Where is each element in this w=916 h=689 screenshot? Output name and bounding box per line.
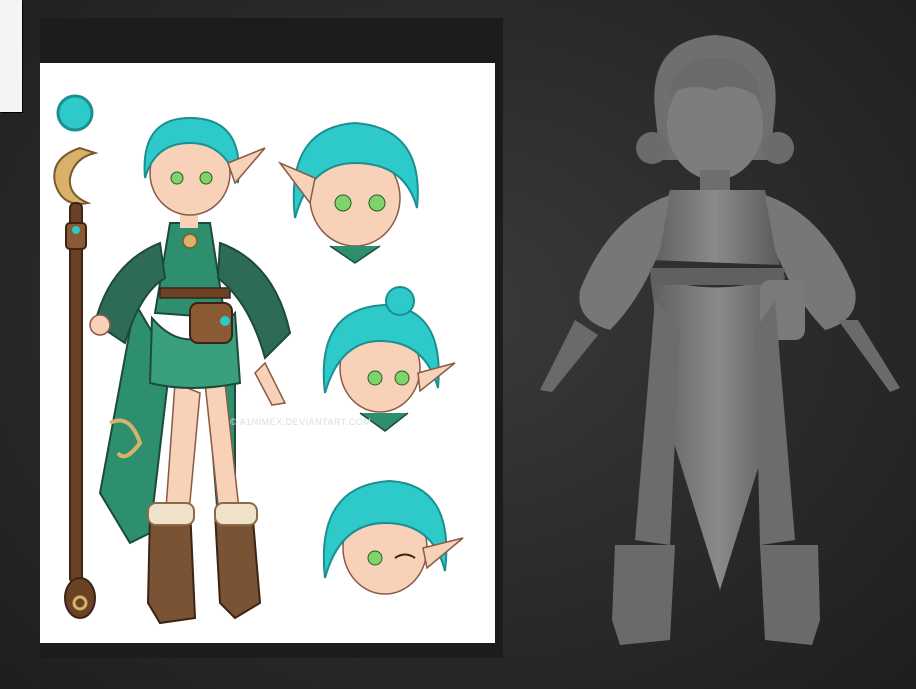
elf-character-full-body: [89, 116, 292, 625]
character-sheet-art: [53, 94, 464, 625]
watermark-text: © A1NIMEX.DEVIANTART.COM: [230, 417, 372, 427]
character-reference-sheet: © A1NIMEX.DEVIANTART.COM: [40, 63, 495, 643]
elf-head-view: [277, 121, 419, 264]
sculpt-viewport[interactable]: [520, 0, 916, 689]
corner-panel: [0, 0, 22, 112]
elf-head-view-winking: [322, 479, 464, 595]
staff-icon: [53, 94, 99, 619]
reference-titlebar[interactable]: [40, 18, 503, 63]
sculpt-model-3d: [540, 35, 900, 645]
reference-image-window[interactable]: © A1NIMEX.DEVIANTART.COM: [40, 18, 503, 658]
elf-head-view: [322, 286, 456, 432]
